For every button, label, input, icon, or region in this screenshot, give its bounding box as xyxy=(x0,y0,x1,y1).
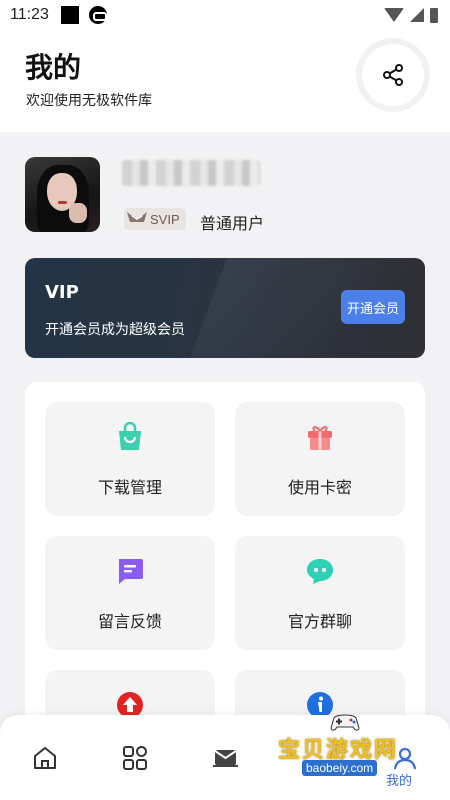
tile-label: 下载管理 xyxy=(97,478,162,497)
chat-bubble-icon xyxy=(307,559,333,584)
open-membership-button[interactable]: 开通会员 xyxy=(341,290,405,324)
message-icon xyxy=(119,559,143,584)
page-header: 我的 欢迎使用无极软件库 xyxy=(0,30,450,132)
tile-label: 留言反馈 xyxy=(97,612,162,631)
page-title: 我的 xyxy=(25,51,82,84)
battery-icon xyxy=(430,7,438,23)
cell-signal-icon xyxy=(410,8,424,22)
tile-official-group[interactable]: 官方群聊 xyxy=(235,536,405,650)
tile-use-card-key[interactable]: 使用卡密 xyxy=(235,402,405,516)
share-button[interactable] xyxy=(362,44,424,106)
vip-banner[interactable]: VIP 开通会员成为超级会员 开通会员 xyxy=(25,258,425,358)
avatar[interactable] xyxy=(25,157,100,232)
tile-label: 使用卡密 xyxy=(287,478,352,497)
svip-label: SVIP xyxy=(150,211,180,227)
watermark: 宝贝游戏网 baobeiy.com xyxy=(272,712,422,782)
status-time: 11:23 xyxy=(10,6,49,23)
vip-title: VIP xyxy=(45,282,79,303)
apps-grid-icon[interactable] xyxy=(122,745,148,771)
notification-app-icon xyxy=(88,6,107,24)
status-bar: 11:23 xyxy=(0,0,450,30)
tile-feedback[interactable]: 留言反馈 xyxy=(45,536,215,650)
page-subtitle: 欢迎使用无极软件库 xyxy=(26,93,152,109)
share-icon xyxy=(383,64,403,86)
user-type-label: 普通用户 xyxy=(200,214,265,233)
status-indicators xyxy=(384,7,438,23)
vip-crown-icon xyxy=(127,212,147,222)
mail-icon[interactable] xyxy=(212,745,238,771)
svip-badge: SVIP xyxy=(124,208,186,230)
gamepad-icon xyxy=(330,714,360,731)
shopping-bag-icon xyxy=(119,422,141,450)
tile-download-management[interactable]: 下载管理 xyxy=(45,402,215,516)
watermark-url: baobeiy.com xyxy=(302,760,378,776)
home-icon[interactable] xyxy=(32,745,58,771)
username-blurred xyxy=(122,160,260,186)
vip-description: 开通会员成为超级会员 xyxy=(45,322,185,338)
notification-square-icon xyxy=(60,6,79,24)
gift-icon xyxy=(308,426,332,450)
tile-label: 官方群聊 xyxy=(287,612,352,631)
wifi-icon xyxy=(384,8,404,22)
